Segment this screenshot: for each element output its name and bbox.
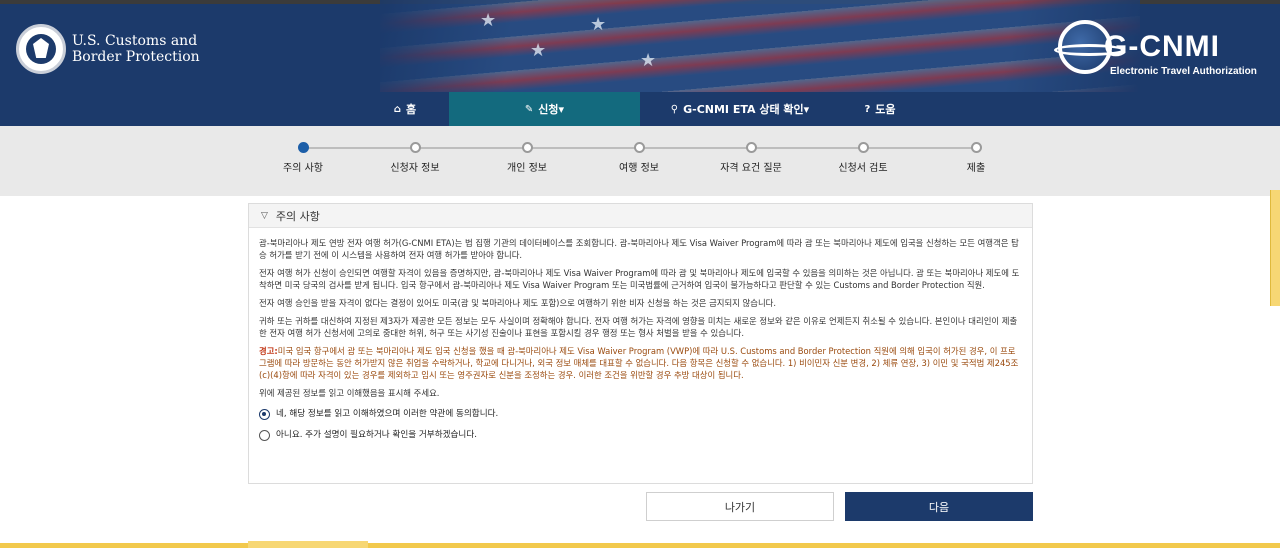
notice-panel-title: 주의 사항 [275,209,320,223]
brand-subtitle: Electronic Travel Authorization [1110,66,1257,77]
nav-help-label: 도움 [875,103,896,116]
gcnmi-logo[interactable]: G-CNMI Electronic Travel Authorization [1054,20,1268,80]
decline-option[interactable]: 아니요. 주가 설명이 필요하거나 확인을 거부하겠습니다. [259,429,1022,441]
next-button[interactable]: 다음 [845,492,1033,521]
site-header: ★ ★ ★ ★ U.S. Customs and Border Protecti… [0,0,1280,126]
warning-text: 미국 입국 항구에서 괌 또는 북마리아나 제도 입국 신청을 했을 때 괌-북… [259,346,1019,380]
main-nav: ⌂ 홈 ✎ 신청 ▾ ⚲ G-CNMI ETA 상태 확인 ▾ ? 도움 [0,92,1280,126]
notice-panel: ▽ 주의 사항 괌-북마리아나 제도 연방 전자 여행 허가(G-CNMI ET… [248,203,1033,484]
exit-button[interactable]: 나가기 [646,492,834,521]
notice-panel-body: 괌-북마리아나 제도 연방 전자 여행 허가(G-CNMI ETA)는 법 집행… [249,228,1032,441]
cbp-wordmark: U.S. Customs and Border Protection [72,33,200,65]
nav-apply[interactable]: ✎ 신청 ▾ [449,92,640,126]
notice-paragraph: 전자 여행 승인을 받을 자격이 없다는 결정이 있어도 미국(괌 및 북마리아… [259,298,777,308]
progress-stepper: 주의 사항 신청자 정보 개인 정보 여행 정보 자격 요건 질문 신청서 검토… [0,126,1280,196]
nav-status-check[interactable]: ⚲ G-CNMI ETA 상태 확인 ▾ [655,92,825,126]
brand-title: G-CNMI [1104,30,1220,63]
pencil-icon: ✎ [524,103,534,115]
step-dot-travel [634,142,645,153]
nav-home-label: 홈 [406,103,417,116]
step-label-review: 신청서 검토 [838,163,888,174]
nav-status-label: G-CNMI ETA 상태 확인 [683,103,804,116]
feedback-side-tab[interactable] [1270,190,1280,306]
warning-label: 경고: [259,346,278,356]
chevron-down-icon: ▽ [261,210,268,221]
decline-option-label[interactable]: 아니요. 주가 설명이 필요하거나 확인을 거부하겠습니다. [276,429,477,441]
question-icon: ? [864,103,871,115]
confirm-prompt: 위에 제공된 정보를 읽고 이해했음을 표시해 주세요. [259,388,440,398]
cbp-line-1: U.S. Customs and [72,33,198,49]
star-icon: ★ [480,10,497,31]
star-icon: ★ [640,50,657,71]
agree-radio[interactable] [259,408,270,420]
step-dot-eligibility [746,142,757,153]
warning-paragraph: 경고:미국 입국 항구에서 괌 또는 북마리아나 제도 입국 신청을 했을 때 … [259,345,1022,381]
star-icon: ★ [590,14,607,35]
dhs-seal-icon [16,24,66,74]
step-dot-applicant [410,142,421,153]
agree-option[interactable]: 네, 해당 정보를 읽고 이해하였으며 이러한 약관에 동의합니다. [259,408,1022,420]
search-icon: ⚲ [670,103,679,115]
notice-paragraph: 귀하 또는 귀하를 대신하여 지정된 제3자가 제공한 모든 정보는 모두 사실… [259,316,1018,338]
step-dot-notice [298,142,309,153]
bottom-banner-tab[interactable] [248,541,368,548]
step-label-travel: 여행 정보 [619,163,659,174]
nav-home[interactable]: ⌂ 홈 [362,92,448,126]
nav-help[interactable]: ? 도움 [840,92,920,126]
chevron-down-icon: ▾ [803,102,810,116]
step-label-submit: 제출 [966,163,986,174]
step-label-eligibility: 자격 요건 질문 [720,163,782,174]
step-label-applicant: 신청자 정보 [390,163,440,174]
bottom-banner-strip [0,543,1280,548]
star-icon: ★ [530,40,547,61]
step-dot-submit [971,142,982,153]
step-label-personal: 개인 정보 [507,163,547,174]
cbp-logo[interactable]: U.S. Customs and Border Protection [16,24,200,74]
chevron-down-icon: ▾ [558,102,565,116]
step-dot-personal [522,142,533,153]
nav-apply-label: 신청 [538,103,559,116]
step-label-notice: 주의 사항 [283,163,323,174]
decline-radio[interactable] [259,429,270,441]
agree-option-label[interactable]: 네, 해당 정보를 읽고 이해하였으며 이러한 약관에 동의합니다. [276,408,498,420]
home-icon: ⌂ [393,103,402,115]
step-dot-review [858,142,869,153]
notice-paragraph: 전자 여행 허가 신청이 승인되면 여행할 자격이 있음을 증명하지만, 괌-북… [259,268,1020,290]
notice-panel-header[interactable]: ▽ 주의 사항 [249,204,1032,228]
notice-paragraph: 괌-북마리아나 제도 연방 전자 여행 허가(G-CNMI ETA)는 법 집행… [259,238,1019,260]
cbp-line-2: Border Protection [72,49,200,65]
